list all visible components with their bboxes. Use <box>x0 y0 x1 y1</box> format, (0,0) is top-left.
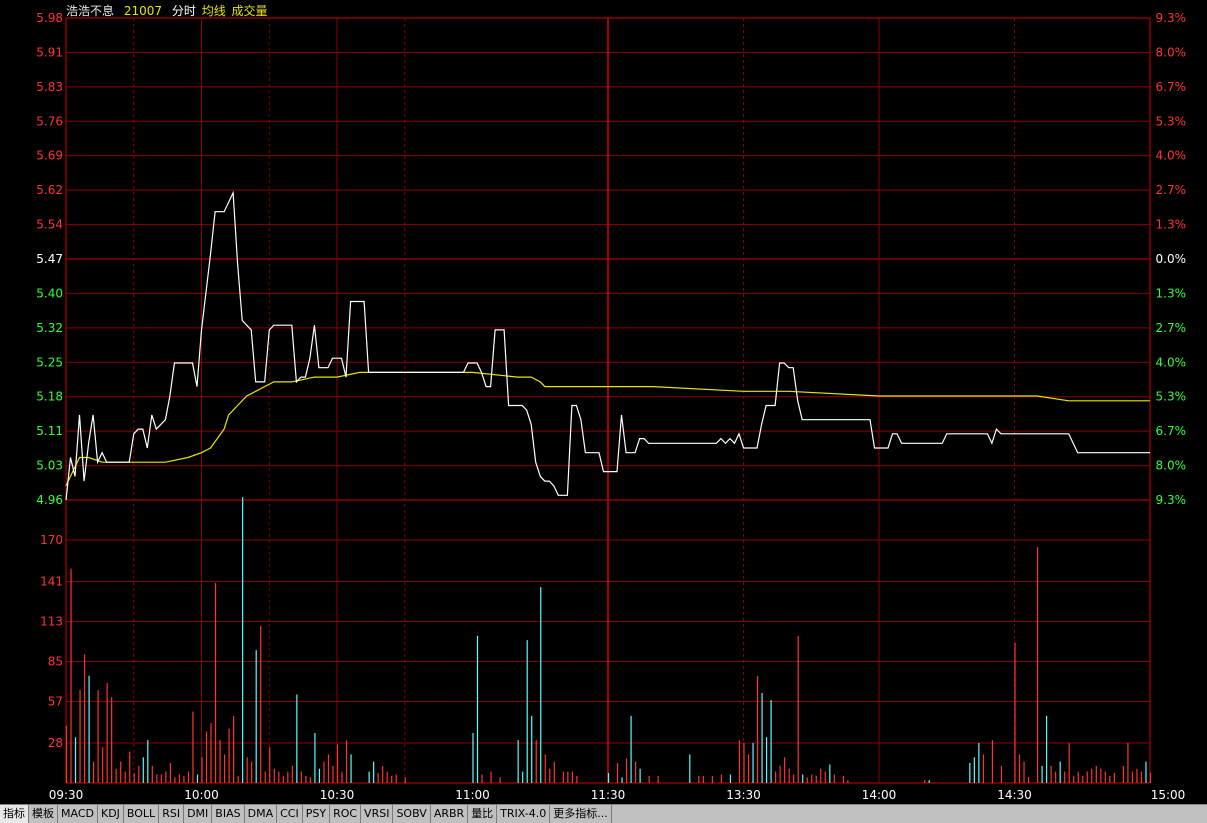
percent-tick-label: 2.7% <box>1156 183 1187 197</box>
volume-label: 成交量 <box>231 4 268 18</box>
price-tick-label: 5.25 <box>36 355 63 369</box>
time-tick-label: 14:30 <box>997 788 1032 802</box>
price-axis-labels: 5.98 5.91 5.83 5.76 5.69 5.62 5.54 5.47 5.40 5.32… <box>36 11 63 507</box>
tab-17[interactable]: 更多指标... <box>550 805 612 823</box>
tab-16[interactable]: TRIX-4.0 <box>497 805 551 823</box>
price-tick-label: 5.76 <box>36 114 63 128</box>
tab-14[interactable]: ARBR <box>431 805 469 823</box>
price-tick-label: 5.18 <box>36 390 63 404</box>
price-tick-label: 5.54 <box>36 218 63 232</box>
percent-tick-label: 8.0% <box>1156 459 1187 473</box>
tab-0[interactable]: 指标 <box>0 805 29 823</box>
chart-grid <box>65 17 1151 784</box>
tab-5[interactable]: RSI <box>159 805 185 823</box>
avg-line-label: 均线 <box>201 4 226 18</box>
time-tick-label: 15:00 <box>1151 788 1186 802</box>
time-tick-label: 11:30 <box>591 788 626 802</box>
percent-tick-label: 1.3% <box>1156 218 1187 232</box>
tab-6[interactable]: DMI <box>184 805 213 823</box>
percent-tick-label: 4.0% <box>1156 149 1187 163</box>
volume-axis-labels: 170 141 113 85 57 28 <box>40 533 63 750</box>
tab-15[interactable]: 量比 <box>468 805 498 823</box>
tab-8[interactable]: DMA <box>245 805 278 823</box>
price-tick-label: 5.47 <box>36 252 63 266</box>
tab-1[interactable]: 模板 <box>29 805 58 823</box>
tab-13[interactable]: SOBV <box>393 805 431 823</box>
volume-tick-label: 85 <box>48 655 63 669</box>
stock-code: 21007 <box>123 4 163 18</box>
price-tick-label: 5.69 <box>36 149 63 163</box>
intraday-chart[interactable]: 5.98 5.91 5.83 5.76 5.69 5.62 5.54 5.47 5.40 5.32… <box>0 0 1207 804</box>
stock-name: 浩浩不息 <box>66 4 115 18</box>
tab-12[interactable]: VRSI <box>361 805 394 823</box>
percent-tick-label: 6.7% <box>1156 80 1187 94</box>
percent-tick-label: 9.3% <box>1156 493 1187 507</box>
volume-tick-label: 57 <box>48 695 63 709</box>
volume-tick-label: 28 <box>48 736 63 750</box>
percent-tick-label: 5.3% <box>1156 114 1187 128</box>
price-tick-label: 5.03 <box>36 459 63 473</box>
tab-4[interactable]: BOLL <box>124 805 160 823</box>
percent-tick-label: 0.0% <box>1156 252 1187 266</box>
percent-tick-label: 4.0% <box>1156 355 1187 369</box>
tab-2[interactable]: MACD <box>58 805 98 823</box>
price-tick-label: 5.11 <box>36 424 63 438</box>
percent-tick-label: 1.3% <box>1156 286 1187 300</box>
volume-tick-label: 113 <box>40 614 63 628</box>
percent-tick-label: 2.7% <box>1156 321 1187 335</box>
time-axis-labels: 09:30 10:00 10:30 11:00 11:30 13:30 14:00 14:30… <box>49 788 1186 802</box>
mode-label: 分时 <box>171 4 196 18</box>
time-tick-label: 10:00 <box>184 788 219 802</box>
percent-axis-labels: 9.3% 8.0% 6.7% 5.3% 4.0% 2.7% 1.3% 0.0% 1.3% 2.7%… <box>1156 11 1187 507</box>
price-tick-label: 4.96 <box>36 493 63 507</box>
percent-tick-label: 6.7% <box>1156 424 1187 438</box>
tab-11[interactable]: ROC <box>330 805 362 823</box>
volume-tick-label: 141 <box>40 574 63 588</box>
price-tick-label: 5.98 <box>36 11 63 25</box>
time-tick-label: 10:30 <box>320 788 355 802</box>
price-tick-label: 5.40 <box>36 286 63 300</box>
tab-10[interactable]: PSY <box>303 805 331 823</box>
time-tick-label: 09:30 <box>49 788 84 802</box>
time-tick-label: 13:30 <box>726 788 761 802</box>
price-tick-label: 5.91 <box>36 45 63 59</box>
tab-7[interactable]: BIAS <box>212 805 245 823</box>
tab-9[interactable]: CCI <box>277 805 303 823</box>
chart-header: 浩浩不息 21007 分时 均线 成交量 <box>66 2 274 19</box>
tab-3[interactable]: KDJ <box>98 805 124 823</box>
volume-tick-label: 170 <box>40 533 63 547</box>
price-tick-label: 5.83 <box>36 80 63 94</box>
time-tick-label: 14:00 <box>862 788 897 802</box>
time-tick-label: 11:00 <box>455 788 490 802</box>
price-tick-label: 5.62 <box>36 183 63 197</box>
percent-tick-label: 8.0% <box>1156 45 1187 59</box>
indicator-tab-bar: 指标 模板 MACD KDJ BOLL RSI DMI BIAS DMA CCI PSY ROC VRS… <box>0 804 1207 823</box>
percent-tick-label: 5.3% <box>1156 390 1187 404</box>
price-tick-label: 5.32 <box>36 321 63 335</box>
percent-tick-label: 9.3% <box>1156 11 1187 25</box>
